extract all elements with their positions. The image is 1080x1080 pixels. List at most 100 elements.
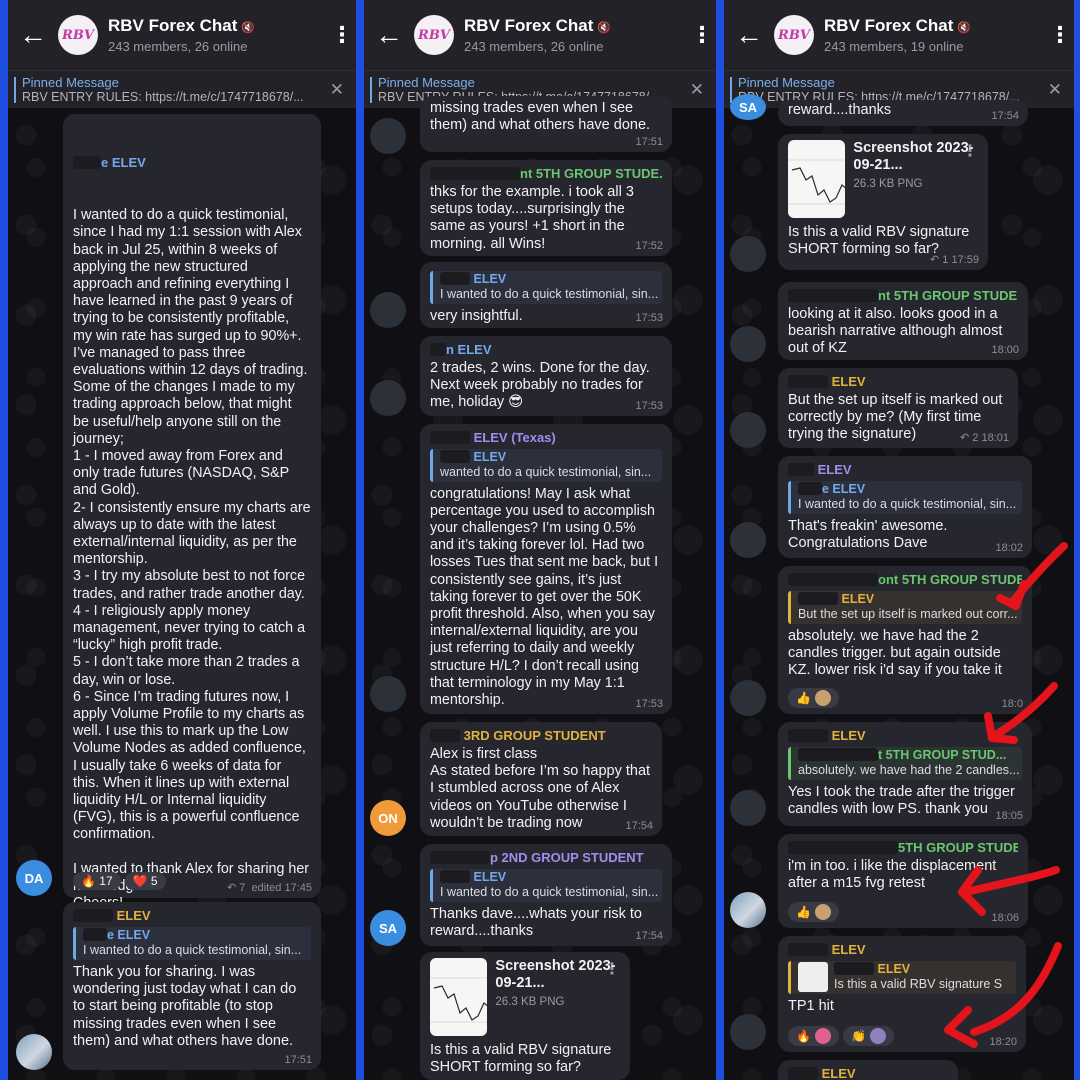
reaction-clap[interactable]: 👏	[842, 1026, 894, 1046]
chat-panel-right: ← RBV RBV Forex Chat 🔇 243 members, 19 on…	[724, 0, 1074, 1080]
avatar[interactable]: DA	[16, 860, 52, 896]
chat-header: ← RBV RBV Forex Chat 🔇 243 members, 26 on…	[8, 0, 356, 70]
reaction-thumbs-up[interactable]: 👍	[788, 902, 839, 922]
chat-title[interactable]: RBV Forex Chat	[824, 16, 953, 35]
message-bubble[interactable]: ELEV I wanted to do a quick testimonial,…	[420, 262, 672, 328]
more-vert-icon[interactable]: ⋮	[1046, 22, 1074, 48]
more-vert-icon[interactable]: ⋮	[688, 22, 716, 48]
member-count: 243 members, 26 online	[108, 39, 248, 54]
message-meta: ↶ 2 18:01	[960, 431, 1009, 444]
group-avatar[interactable]: RBV	[774, 15, 814, 55]
back-arrow-icon[interactable]: ←	[8, 19, 58, 51]
message-bubble[interactable]: Screenshot 2023-09-21... 26.3 KB PNG ⋮ I…	[420, 952, 630, 1080]
back-arrow-icon[interactable]: ←	[724, 19, 774, 51]
reply-quote[interactable]: ELEV But the set up itself is marked out…	[788, 590, 1022, 624]
pinned-message-bar[interactable]: Pinned Message RBV ENTRY RULES: https://…	[8, 70, 356, 108]
avatar[interactable]	[730, 326, 766, 362]
avatar[interactable]	[16, 1034, 52, 1070]
reply-quote[interactable]: e ELEV I wanted to do a quick testimonia…	[788, 480, 1022, 514]
close-icon[interactable]: ✕	[690, 80, 704, 100]
message-time: 17:53	[635, 399, 663, 412]
avatar[interactable]	[730, 522, 766, 558]
reply-quote[interactable]: e ELEV I wanted to do a quick testimonia…	[73, 926, 311, 960]
close-icon[interactable]: ✕	[330, 80, 344, 100]
screenshot-thumbnail[interactable]	[788, 140, 846, 218]
mute-icon: 🔇	[241, 22, 256, 34]
message-bubble[interactable]: 3RD GROUP STUDENT Alex is first class As…	[420, 722, 662, 836]
message-sender: ont 5TH GROUP STUDE	[788, 572, 1022, 588]
chat-title[interactable]: RBV Forex Chat	[464, 16, 593, 35]
avatar[interactable]	[370, 676, 406, 712]
reaction-fire[interactable]: 🔥	[788, 1026, 839, 1046]
message-sender: ELEV	[788, 1066, 948, 1080]
message-bubble[interactable]: ELEV e ELEV I wanted to do a quick testi…	[63, 902, 321, 1070]
reply-quote[interactable]: ELEV I wanted to do a quick testimonial,…	[430, 271, 662, 304]
message-sender: n ELEV	[430, 342, 662, 358]
message-bubble[interactable]: nt 5TH GROUP STUDE... thks for the examp…	[420, 160, 672, 256]
message-text: 2 trades, 2 wins. Done for the day. Next…	[430, 359, 650, 411]
message-sender: 5TH GROUP STUDE...	[788, 840, 1018, 856]
avatar[interactable]: SA	[370, 910, 406, 946]
reaction-thumbs-up[interactable]: 👍	[788, 688, 839, 708]
avatar[interactable]	[730, 790, 766, 826]
message-sender: e ELEV	[73, 155, 311, 171]
avatar[interactable]	[730, 892, 766, 928]
chat-header: ← RBV RBV Forex Chat 🔇 243 members, 19 on…	[724, 0, 1074, 70]
avatar[interactable]	[370, 292, 406, 328]
avatar[interactable]: ON	[370, 800, 406, 836]
message-bubble[interactable]: ELEV	[778, 1060, 958, 1080]
message-text: I wanted to do a quick testimonial, sinc…	[73, 207, 311, 911]
message-time: 17:54	[635, 929, 663, 942]
message-text: Yes I took the trade after the trigger c…	[788, 783, 1015, 817]
chat-header: ← RBV RBV Forex Chat 🔇 243 members, 26 on…	[364, 0, 716, 70]
pinned-label: Pinned Message	[738, 75, 835, 90]
message-bubble[interactable]: p 2ND GROUP STUDENT ELEV I wanted to do …	[420, 844, 672, 946]
avatar[interactable]	[370, 380, 406, 416]
back-arrow-icon[interactable]: ←	[364, 19, 414, 51]
message-time: 17:54	[991, 109, 1019, 122]
message-bubble[interactable]: nt 5TH GROUP STUDE... looking at it also…	[778, 282, 1028, 360]
message-text: reward....thanks	[788, 102, 892, 118]
file-attachment[interactable]: Screenshot 2023-09-21... 26.3 KB PNG	[788, 140, 978, 218]
close-icon[interactable]: ✕	[1048, 80, 1062, 100]
avatar[interactable]	[730, 1014, 766, 1050]
message-sender: ELEV	[788, 374, 1008, 390]
reaction-heart[interactable]: ❤️ 5	[124, 871, 166, 890]
message-time: 17:53	[635, 311, 663, 324]
avatar[interactable]	[730, 412, 766, 448]
group-avatar[interactable]: RBV	[58, 15, 98, 55]
reply-quote[interactable]: ELEV wanted to do a quick testimonial, s…	[430, 448, 662, 482]
avatar[interactable]	[730, 680, 766, 716]
file-size: 26.3 KB PNG	[853, 177, 923, 190]
message-bubble[interactable]: ELEV But the set up itself is marked out…	[778, 368, 1018, 448]
chat-title[interactable]: RBV Forex Chat	[108, 16, 237, 35]
reply-quote[interactable]: ELEV I wanted to do a quick testimonial,…	[430, 868, 662, 902]
message-text: missing trades even when I see them) and…	[430, 100, 651, 134]
screenshot-thumbnail[interactable]	[430, 958, 488, 1036]
more-vert-icon[interactable]: ⋮	[328, 22, 356, 48]
more-vert-icon[interactable]: ⋮	[962, 142, 978, 161]
message-bubble[interactable]: Screenshot 2023-09-21... 26.3 KB PNG ⋮ I…	[778, 134, 988, 270]
message-bubble[interactable]: e ELEV I wanted to do a quick testimonia…	[63, 114, 321, 911]
pinned-label: Pinned Message	[22, 75, 119, 90]
message-bubble[interactable]: n ELEV 2 trades, 2 wins. Done for the da…	[420, 336, 672, 416]
group-avatar[interactable]: RBV	[414, 15, 454, 55]
file-name: Screenshot 2023-09-21...	[495, 958, 616, 992]
message-time: 17:52	[635, 239, 663, 252]
chat-panel-left: ← RBV RBV Forex Chat 🔇 243 members, 26 on…	[8, 0, 356, 1080]
avatar[interactable]: SA	[730, 94, 766, 120]
avatar[interactable]	[370, 118, 406, 154]
message-text: Thanks dave....whats your risk to reward…	[430, 905, 642, 939]
message-sender: p 2ND GROUP STUDENT	[430, 850, 662, 866]
more-vert-icon[interactable]: ⋮	[604, 960, 620, 979]
avatar[interactable]	[730, 236, 766, 272]
reaction-fire[interactable]: 🔥 17	[73, 871, 121, 890]
message-bubble[interactable]: reward....thanks 17:54	[778, 100, 1028, 126]
message-text: looking at it also. looks good in a bear…	[788, 305, 1003, 357]
file-attachment[interactable]: Screenshot 2023-09-21... 26.3 KB PNG	[430, 958, 620, 1036]
message-bubble[interactable]: missing trades even when I see them) and…	[420, 96, 672, 152]
message-bubble[interactable]: ELEV (Texas) ELEV wanted to do a quick t…	[420, 424, 672, 714]
message-sender: ELEV	[788, 462, 1022, 478]
message-meta: ↶ 1 17:59	[930, 253, 979, 266]
pinned-text: RBV ENTRY RULES: https://t.me/c/17477186…	[22, 90, 304, 104]
